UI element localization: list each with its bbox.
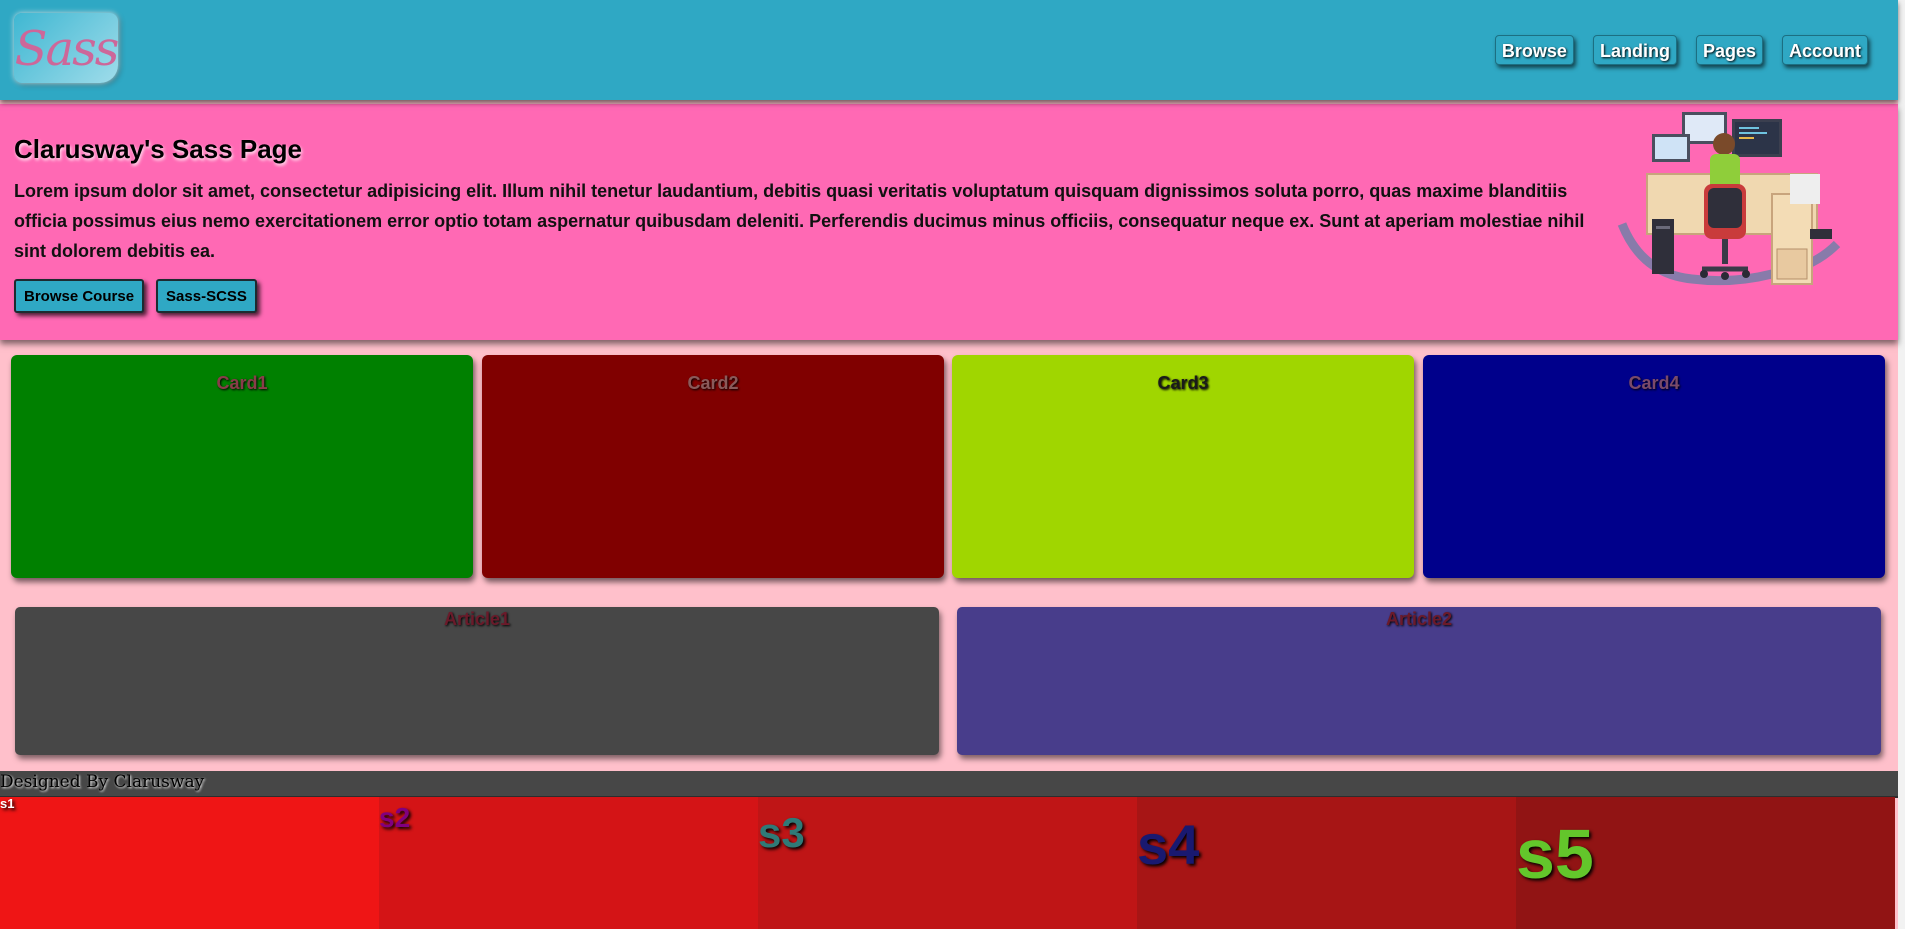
s-box-label: s3 bbox=[758, 809, 805, 856]
article-title: Article2 bbox=[1385, 609, 1453, 629]
card-title: Card1 bbox=[216, 373, 268, 393]
main-nav: Browse Landing Pages Account bbox=[1494, 35, 1868, 65]
s-box-1: s1 bbox=[0, 797, 379, 929]
hero-section: Clarusway's Sass Page Lorem ipsum dolor … bbox=[0, 104, 1898, 340]
top-header: Sass Browse Landing Pages Account bbox=[0, 0, 1898, 100]
s-box-label: s4 bbox=[1137, 813, 1200, 876]
s-box-5: s5 bbox=[1516, 797, 1895, 929]
sass-logo[interactable]: Sass bbox=[14, 13, 118, 83]
nav-landing-button[interactable]: Landing bbox=[1592, 35, 1677, 65]
article-1: Article1 bbox=[15, 607, 939, 755]
hero-description: Lorem ipsum dolor sit amet, consectetur … bbox=[14, 181, 1585, 261]
s-box-2: s2 bbox=[379, 797, 758, 929]
card-4: Card4 bbox=[1423, 355, 1885, 578]
page-footer: Designed By Clarusway bbox=[0, 771, 1898, 798]
nav-pages-button[interactable]: Pages bbox=[1695, 35, 1763, 65]
card-1: Card1 bbox=[11, 355, 473, 578]
footer-credit: Designed By Clarusway bbox=[0, 772, 205, 792]
card-title: Card2 bbox=[687, 373, 739, 393]
sass-scss-button[interactable]: Sass-SCSS bbox=[156, 279, 257, 313]
s-box-label: s1 bbox=[0, 796, 15, 811]
browse-course-button[interactable]: Browse Course bbox=[14, 279, 145, 313]
developer-workspace-illustration bbox=[1617, 112, 1841, 286]
logo-text: Sass bbox=[14, 21, 118, 77]
s-box-label: s2 bbox=[379, 802, 411, 833]
card-title: Card4 bbox=[1628, 373, 1680, 393]
s-box-4: s4 bbox=[1137, 797, 1516, 929]
nav-account-button[interactable]: Account bbox=[1782, 35, 1868, 65]
s-box-3: s3 bbox=[758, 797, 1137, 929]
article-2: Article2 bbox=[957, 607, 1881, 755]
card-3: Card3 bbox=[952, 355, 1414, 578]
scrollbar-track[interactable] bbox=[1898, 0, 1905, 929]
card-2: Card2 bbox=[482, 355, 944, 578]
card-title: Card3 bbox=[1157, 373, 1209, 393]
s-box-label: s5 bbox=[1516, 815, 1594, 893]
hero-buttons: Browse Course Sass-SCSS bbox=[14, 279, 257, 313]
article-title: Article1 bbox=[443, 609, 511, 629]
page-title: Clarusway's Sass Page bbox=[14, 134, 303, 164]
nav-browse-button[interactable]: Browse bbox=[1494, 35, 1574, 65]
